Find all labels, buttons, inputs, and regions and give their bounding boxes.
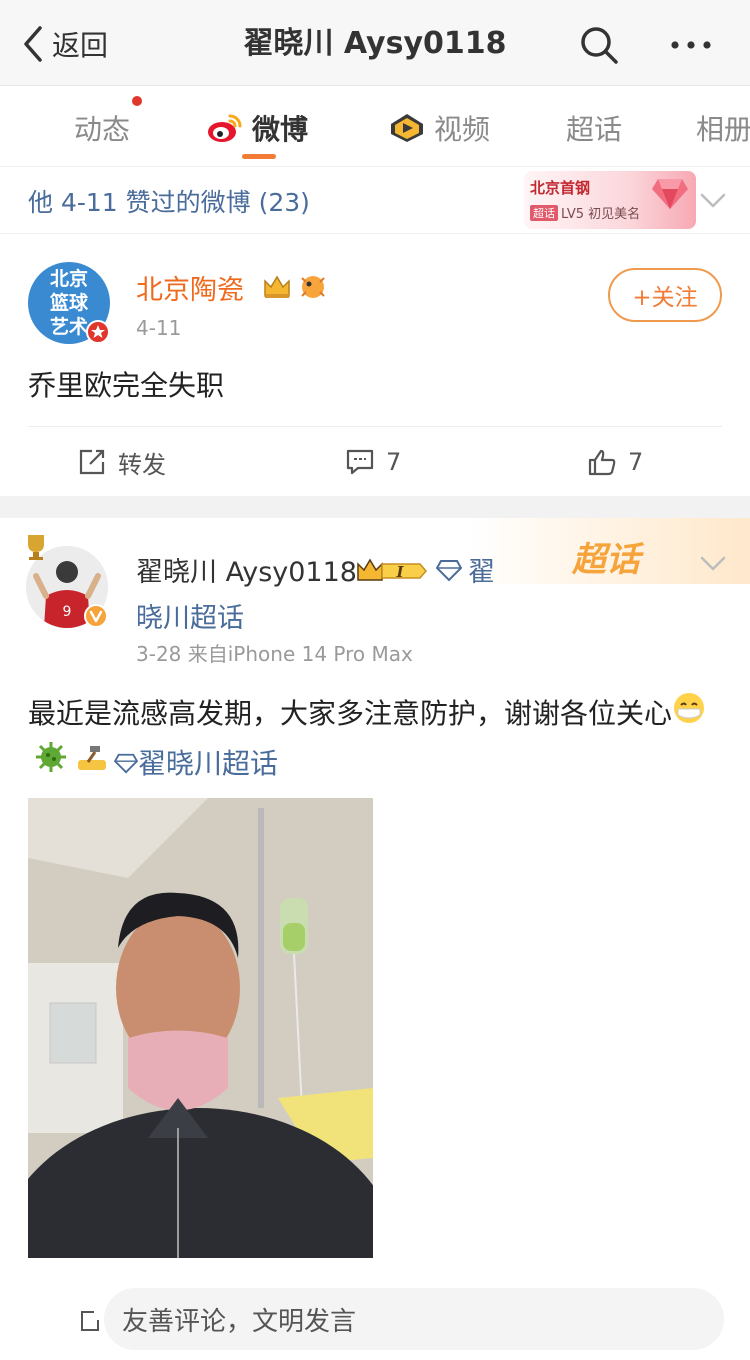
- repost-button[interactable]: 转发: [78, 442, 166, 482]
- page-title: 翟晓川 Aysy0118: [243, 26, 507, 61]
- mask-emoji-icon: [672, 691, 706, 740]
- liked-posts-header: 他 4-11 赞过的微博 (23) 北京首钢 超话 LV5 初见美名: [0, 166, 750, 234]
- weibo-logo-icon: [208, 114, 242, 142]
- avatar-text: 北京: [49, 268, 88, 290]
- fan-level-badge[interactable]: 北京首钢 超话 LV5 初见美名: [524, 171, 696, 229]
- supertopic-link[interactable]: 翟: [468, 550, 495, 589]
- virus-emoji-icon: [34, 740, 68, 789]
- post-photo[interactable]: [28, 798, 373, 1258]
- video-icon: [391, 114, 423, 142]
- tab-supertopic[interactable]: 超话: [566, 108, 622, 148]
- edit-icon: [81, 1311, 99, 1331]
- post-card: 超话 9 翟晓川 Aysy0118 I 翟 晓川超话 3-28 来自iPhone…: [0, 518, 750, 1360]
- supertopic-link[interactable]: 晓川超话: [136, 596, 244, 635]
- like-count: 7: [628, 448, 644, 476]
- verified-badge: [86, 320, 110, 344]
- tab-label: 动态: [74, 113, 131, 146]
- comment-button[interactable]: 7: [346, 442, 401, 482]
- tab-album[interactable]: 相册: [696, 108, 750, 148]
- author-name[interactable]: 北京陶瓷: [136, 268, 244, 307]
- tab-weibo[interactable]: 微博: [206, 108, 308, 148]
- comment-icon: [346, 449, 374, 475]
- more-icon[interactable]: [668, 24, 714, 66]
- post-text: 最近是流感高发期，大家多注意防护，谢谢各位关心: [28, 697, 673, 730]
- post-date-source: 3-28 来自iPhone 14 Pro Max: [136, 642, 413, 666]
- liked-posts-title: 他 4-11 赞过的微博 (23): [28, 188, 310, 217]
- content-topic-link[interactable]: 翟晓川超话: [138, 747, 278, 780]
- chevron-down-icon[interactable]: [700, 556, 726, 572]
- tab-video[interactable]: 视频: [388, 108, 490, 148]
- tab-label: 微博: [252, 113, 309, 146]
- member-level-badge: I: [357, 558, 427, 581]
- level-number: I: [395, 563, 404, 581]
- diamond-icon: [436, 560, 462, 582]
- avatar-text: 篮球: [49, 292, 88, 314]
- nav-bar: 返回 翟晓川 Aysy0118: [0, 0, 750, 86]
- comment-count: 7: [386, 448, 402, 476]
- post-content: 最近是流感高发期，大家多注意防护，谢谢各位关心翟晓川超话: [28, 690, 728, 789]
- tab-label: 超话: [566, 113, 623, 146]
- post-content: 乔里欧完全失职: [28, 369, 225, 402]
- like-button[interactable]: 7: [588, 442, 643, 482]
- badge-tag: 超话: [530, 204, 558, 221]
- chevron-down-icon[interactable]: [700, 193, 726, 209]
- active-tab-indicator: [242, 154, 276, 159]
- repost-icon: [79, 449, 105, 475]
- badge-level-row: 超话 LV5 初见美名: [530, 203, 640, 222]
- notification-dot: [132, 96, 143, 106]
- comment-bar: 友善评论，文明发言: [0, 1282, 750, 1360]
- badge-team: 北京首钢: [530, 179, 591, 197]
- follow-button[interactable]: +关注: [608, 268, 722, 322]
- badge-level: LV5 初见美名: [561, 207, 641, 222]
- repost-label: 转发: [118, 450, 166, 479]
- avatar-jersey-number: 9: [63, 604, 72, 620]
- divider: [28, 426, 722, 427]
- crown-icon: [264, 275, 290, 298]
- tab-label: 视频: [434, 113, 491, 146]
- v-icon: [89, 610, 103, 623]
- post-card: 北京 篮球 艺术 北京陶瓷 4-11 +关注 乔里欧完全失职 转发 7 7: [0, 234, 750, 496]
- profile-tabs: 动态 微博 视频 超话 相册: [0, 86, 750, 166]
- thumbs-up-icon: [588, 449, 616, 476]
- search-icon[interactable]: [578, 24, 620, 66]
- comment-input[interactable]: 友善评论，文明发言: [104, 1288, 724, 1350]
- verified-badge: [84, 604, 108, 628]
- pufferfish-icon: [301, 276, 325, 298]
- strong-emoji-icon: [74, 740, 110, 789]
- tab-label: 相册: [696, 113, 750, 146]
- tab-dynamics[interactable]: 动态: [74, 96, 143, 148]
- gem-icon: [652, 179, 688, 209]
- diamond-icon: [113, 741, 139, 789]
- post-date: 4-11: [136, 316, 182, 340]
- photo-illustration: [28, 798, 373, 1258]
- supertopic-mark: 超话: [572, 540, 640, 580]
- author-name[interactable]: 翟晓川 Aysy0118: [136, 550, 357, 589]
- star-icon: [91, 325, 105, 338]
- trophy-icon: [28, 535, 44, 560]
